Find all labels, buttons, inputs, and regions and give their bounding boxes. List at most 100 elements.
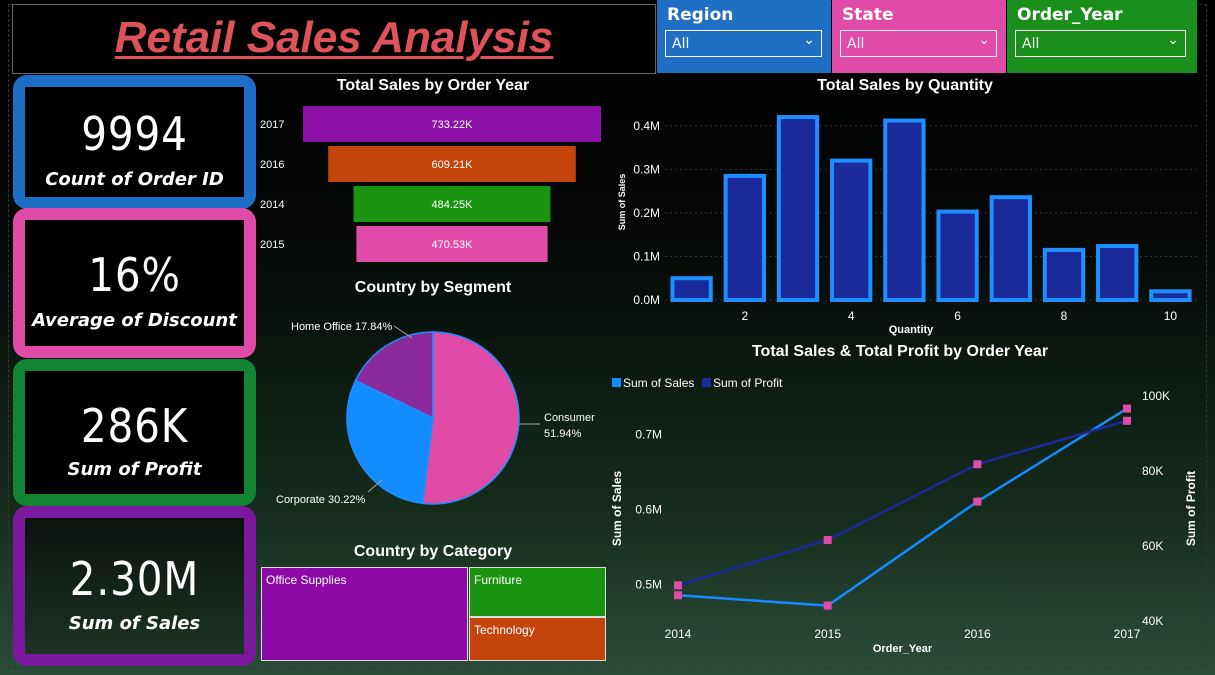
kpi-card-orders: 9994 Count of Order ID — [13, 75, 256, 209]
chart-title: Total Sales by Quantity — [817, 77, 993, 94]
pie-label: Home Office 17.84% — [291, 321, 393, 333]
chart-title: Country by Segment — [354, 279, 512, 296]
slicer-label: State — [842, 5, 894, 25]
kpi-value: 9994 — [81, 107, 188, 161]
chevron-down-icon: ⌄ — [803, 32, 815, 48]
x-tick-label: 2015 — [814, 627, 841, 641]
y-tick-label: 0.2M — [633, 206, 660, 220]
legend-swatch — [612, 378, 621, 387]
slicer-label: Region — [667, 5, 734, 25]
x-tick-label: 2014 — [665, 627, 692, 641]
data-point-marker[interactable] — [823, 601, 832, 610]
bar[interactable] — [1096, 243, 1139, 302]
bar[interactable] — [1149, 289, 1192, 303]
chevron-down-icon: ⌄ — [1167, 32, 1179, 48]
funnel-category-label: 2016 — [260, 159, 284, 171]
treemap-label: Office Supplies — [266, 573, 347, 587]
funnel-chart: 733.22K 2017 609.21K 2016 484.25K 2014 470.53K… — [260, 106, 601, 262]
pie-label: Corporate 30.22% — [276, 494, 365, 506]
treemap-tile-furniture[interactable]: Furniture — [469, 567, 606, 617]
kpi-card-discount: 16% Average of Discount — [13, 208, 256, 358]
x-tick-label: 2 — [741, 309, 748, 323]
slicer-region: Region All ⌄ — [657, 0, 831, 73]
x-axis-label: Quantity — [889, 324, 934, 336]
bar[interactable] — [723, 173, 766, 302]
y-axis-label: Sum of Sales — [617, 174, 627, 231]
x-tick-label: 2017 — [1114, 627, 1141, 641]
state-dropdown[interactable]: All ⌄ — [840, 30, 997, 57]
x-tick-label: 4 — [848, 309, 855, 323]
kpi-value: 2.30M — [69, 552, 200, 606]
data-point-marker[interactable] — [1123, 416, 1131, 425]
bar[interactable] — [989, 195, 1032, 302]
x-tick-label: 8 — [1061, 309, 1068, 323]
chevron-down-icon: ⌄ — [978, 32, 990, 48]
y-tick-label: 0.6M — [635, 503, 662, 517]
order-year-dropdown[interactable]: All ⌄ — [1015, 30, 1186, 57]
bar[interactable] — [936, 209, 979, 302]
treemap-label: Furniture — [474, 573, 523, 587]
y-axis-label: Sum of Sales — [610, 470, 624, 546]
y2-tick-label: 40K — [1142, 614, 1163, 628]
bar-chart-quantity: 0.0M 0.1M 0.2M 0.3M 0.4M 2 4 6 8 10 Quantity Sum of… — [617, 115, 1197, 336]
data-point-marker[interactable] — [674, 581, 682, 590]
slicer-order-year: Order_Year All ⌄ — [1007, 0, 1197, 73]
funnel-data-label: 733.22K — [432, 119, 474, 131]
funnel-data-label: 484.25K — [432, 199, 474, 211]
bar[interactable] — [670, 276, 713, 303]
kpi-value: 16% — [88, 248, 181, 302]
data-point-marker[interactable] — [973, 460, 982, 469]
pie-label: 51.94% — [544, 428, 582, 440]
data-point-marker[interactable] — [973, 497, 982, 506]
data-point-marker[interactable] — [674, 591, 682, 600]
bar[interactable] — [1042, 247, 1086, 303]
y-tick-label: 0.3M — [633, 162, 660, 176]
kpi-card-profit: 286K Sum of Profit — [13, 359, 256, 506]
series-line — [677, 407, 1128, 607]
y2-tick-label: 80K — [1142, 464, 1163, 478]
x-tick-label: 6 — [954, 309, 961, 323]
x-tick-label: 10 — [1164, 309, 1178, 323]
slicer-label: Order_Year — [1017, 5, 1123, 25]
kpi-label: Sum of Sales — [68, 613, 201, 634]
series-line — [677, 419, 1128, 587]
legend-label: Sum of Sales — [623, 376, 694, 390]
treemap-chart: Office Supplies Furniture Technology — [261, 567, 606, 661]
funnel-category-label: 2014 — [260, 199, 284, 211]
treemap-tile-office-supplies[interactable]: Office Supplies — [261, 567, 468, 661]
kpi-label: Sum of Profit — [67, 459, 202, 480]
pie-leader-line — [393, 325, 413, 339]
region-dropdown[interactable]: All ⌄ — [665, 30, 822, 57]
y-tick-label: 0.1M — [633, 249, 660, 263]
y-tick-label: 0.5M — [635, 578, 662, 592]
y2-tick-label: 60K — [1142, 539, 1163, 553]
legend-swatch — [702, 378, 711, 387]
funnel-data-label: 470.53K — [432, 239, 474, 251]
x-tick-label: 2016 — [964, 627, 991, 641]
treemap-tile-technology[interactable]: Technology — [469, 617, 606, 661]
pie-slice[interactable] — [421, 331, 520, 505]
y2-tick-label: 100K — [1142, 389, 1170, 403]
dropdown-value: All — [672, 36, 690, 52]
y-tick-label: 0.0M — [633, 293, 660, 307]
legend-label: Sum of Profit — [713, 376, 783, 390]
treemap-label: Technology — [474, 623, 535, 637]
bar[interactable] — [883, 118, 926, 302]
funnel-category-label: 2017 — [260, 119, 284, 131]
chart-title: Country by Category — [353, 543, 513, 560]
slicer-state: State All ⌄ — [832, 0, 1006, 73]
pie-label: Consumer — [544, 412, 595, 424]
chart-title: Total Sales & Total Profit by Order Year — [751, 343, 1049, 360]
funnel-category-label: 2015 — [260, 239, 284, 251]
pie-chart: Consumer 51.94% Corporate 30.22% Home Offic… — [276, 321, 595, 506]
bar[interactable] — [776, 115, 820, 302]
funnel-data-label: 609.21K — [432, 159, 474, 171]
bar[interactable] — [830, 158, 873, 302]
page-title: Retail Sales Analysis — [114, 13, 554, 62]
data-point-marker[interactable] — [823, 536, 832, 544]
kpi-card-sales: 2.30M Sum of Sales — [13, 506, 256, 666]
data-point-marker[interactable] — [1123, 404, 1131, 413]
line-chart-sales-profit: Sum of Sales Sum of Profit 0.5M 0.6M 0.7M 40K… — [610, 376, 1198, 655]
x-axis-label: Order_Year — [873, 643, 933, 655]
y-tick-label: 0.7M — [635, 428, 662, 442]
